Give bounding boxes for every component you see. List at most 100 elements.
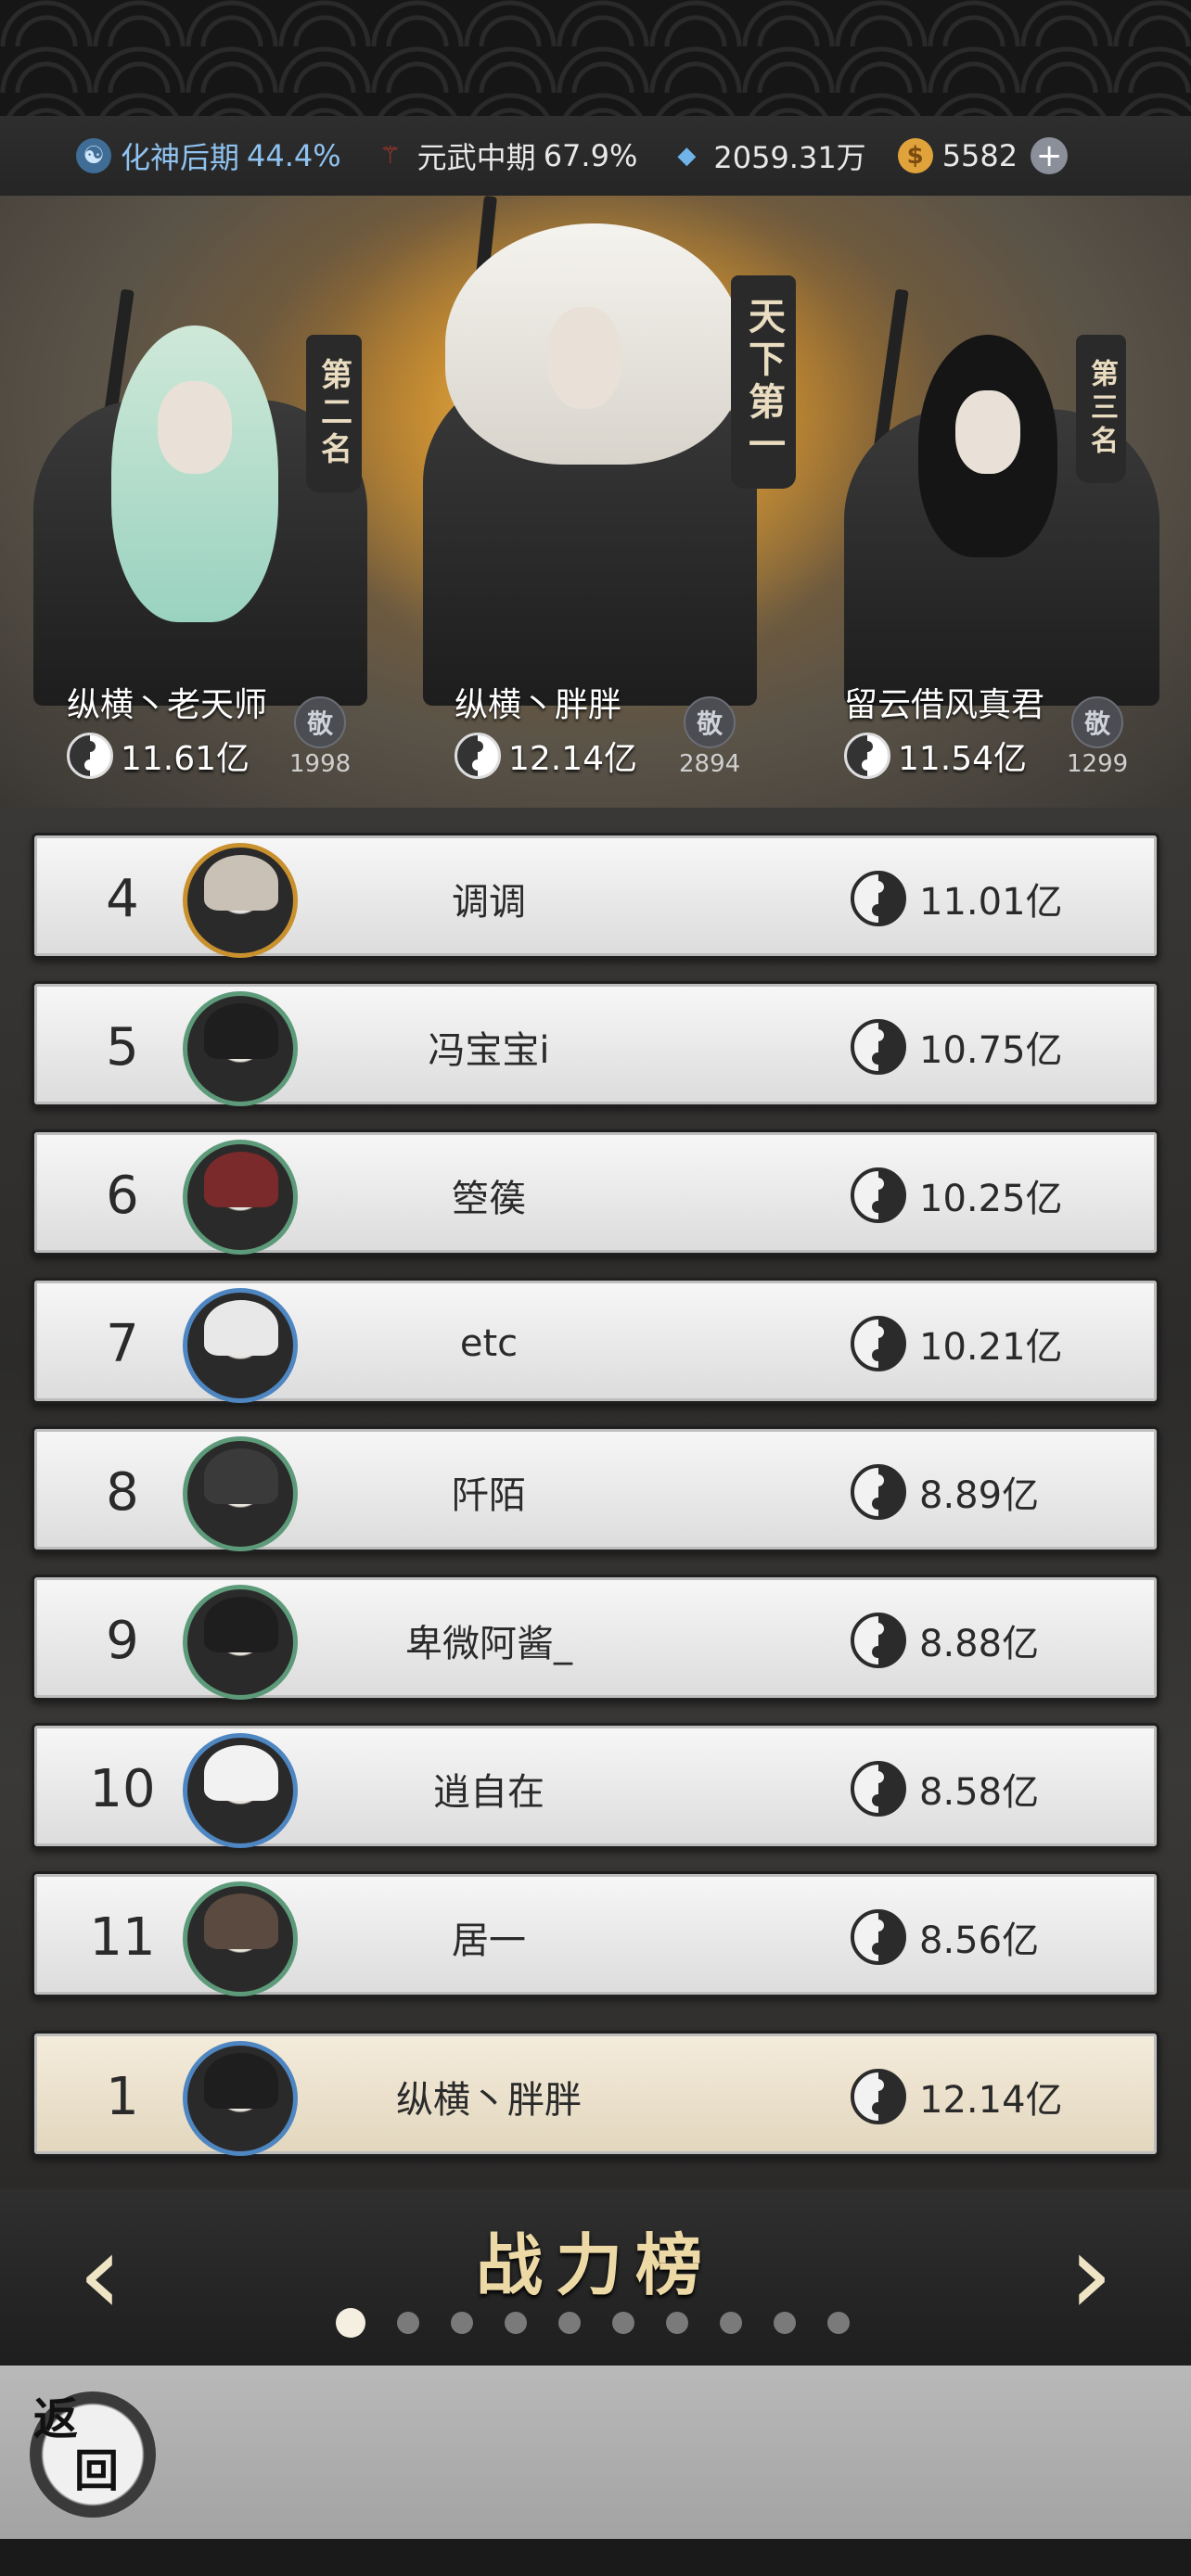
second-place-banner: 第二名 — [306, 335, 362, 492]
ranking-row[interactable]: 6 箜篌 10.25亿 — [32, 1129, 1159, 1256]
ranking-row[interactable]: 7 etc 10.21亿 — [32, 1278, 1159, 1404]
third-place-banner: 第三名 — [1076, 335, 1126, 483]
back-button[interactable]: 返 回 — [30, 2391, 156, 2518]
avatar[interactable] — [183, 1881, 298, 1996]
respect-count: 1998 — [289, 750, 352, 778]
realm2-label: 元武中期 — [416, 140, 536, 175]
page-dot[interactable] — [451, 2312, 473, 2334]
power-text: 8.58亿 — [919, 1771, 1040, 1814]
page-dot[interactable] — [827, 2312, 850, 2334]
third-place-power-value: 11.54亿 — [898, 740, 1028, 778]
realm-progress-2: ⚚ 元武中期 67.9% — [373, 134, 637, 177]
resource-bar: ☯ 化神后期 44.4% ⚚ 元武中期 67.9% ◆ 2059.31万 $ 5… — [0, 116, 1191, 196]
page-dot[interactable] — [720, 2312, 742, 2334]
ranking-row[interactable]: 10 逍自在 8.58亿 — [32, 1723, 1159, 1849]
player-name: 阡陌 — [452, 1474, 526, 1517]
header-pattern — [0, 0, 1191, 116]
top-three-podium: 第二名 天下第一 第三名 纵横丶老天师 11.61亿 敬 1998 纵横丶胖胖 … — [0, 196, 1191, 808]
yin-yang-icon — [851, 871, 906, 926]
trident-icon: ⚚ — [379, 142, 402, 170]
page-dot[interactable] — [774, 2312, 796, 2334]
rank-number: 7 — [106, 1313, 139, 1374]
avatar[interactable] — [183, 843, 298, 958]
third-place-respect-button[interactable]: 敬 1299 — [1067, 696, 1128, 778]
yin-yang-icon — [851, 1464, 906, 1520]
respect-count: 2894 — [679, 750, 741, 778]
crystal-icon: ◆ — [677, 142, 697, 170]
rank-number: 8 — [106, 1461, 139, 1523]
coin-icon: $ — [897, 138, 933, 173]
add-coin-button[interactable]: + — [1031, 137, 1069, 174]
ranking-row[interactable]: 8 阡陌 8.89亿 — [32, 1426, 1159, 1552]
avatar[interactable] — [183, 1288, 298, 1403]
yin-yang-icon: ☯ — [76, 138, 111, 173]
ranking-row[interactable]: 11 居一 8.56亿 — [32, 1871, 1159, 1997]
board-title: 战力榜 — [475, 2225, 715, 2304]
coin-balance: $ 5582 + — [897, 137, 1069, 174]
rank-number: 10 — [89, 1758, 156, 1819]
realm1-pct: 44.4% — [247, 138, 341, 173]
yin-yang-icon — [851, 1613, 906, 1668]
yin-yang-icon — [67, 733, 113, 779]
player-name: 箜篌 — [452, 1178, 526, 1220]
ranking-row[interactable]: 9 卑微阿酱_ 8.88亿 — [32, 1575, 1159, 1701]
page-dot[interactable] — [558, 2312, 581, 2334]
power-text: 10.21亿 — [919, 1326, 1063, 1369]
page-dot[interactable] — [397, 2312, 419, 2334]
avatar[interactable] — [183, 2041, 298, 2156]
crystal-value: 2059.31万 — [713, 140, 866, 175]
prev-board-button[interactable]: ‹ — [54, 2210, 147, 2340]
back-char-2: 回 — [74, 2445, 120, 2497]
page-dot[interactable] — [336, 2308, 365, 2338]
second-place-power: 11.61亿 — [67, 732, 267, 780]
respect-icon: 敬 — [294, 696, 347, 748]
power-value: 10.25亿 — [851, 1132, 1063, 1258]
leaderboard-nav: ‹ 战力榜 › — [0, 2189, 1191, 2366]
power-text: 8.56亿 — [919, 1919, 1040, 1962]
avatar[interactable] — [183, 991, 298, 1106]
player-name: 冯宝宝i — [428, 1029, 550, 1072]
page-dot[interactable] — [666, 2312, 688, 2334]
power-value: 12.14亿 — [851, 2034, 1063, 2160]
player-name: 调调 — [452, 881, 526, 924]
self-ranking-row[interactable]: 1 纵横丶胖胖 12.14亿 — [32, 2031, 1159, 2157]
crystal-balance: ◆ 2059.31万 — [669, 134, 865, 177]
rank-number: 4 — [106, 868, 139, 929]
rank-number: 1 — [106, 2066, 139, 2127]
third-place-power: 11.54亿 — [844, 732, 1044, 780]
avatar[interactable] — [183, 1436, 298, 1551]
second-place-face — [158, 381, 232, 474]
page-indicator — [336, 2308, 881, 2338]
page-dot[interactable] — [505, 2312, 527, 2334]
power-text: 11.01亿 — [919, 881, 1063, 924]
player-name: 卑微阿酱_ — [405, 1623, 572, 1665]
power-text: 8.88亿 — [919, 1623, 1040, 1665]
player-name: 逍自在 — [433, 1771, 544, 1814]
power-text: 8.89亿 — [919, 1474, 1040, 1517]
ranking-row[interactable]: 5 冯宝宝i 10.75亿 — [32, 981, 1159, 1107]
first-place-respect-button[interactable]: 敬 2894 — [679, 696, 740, 778]
player-name: 纵横丶胖胖 — [396, 2079, 582, 2122]
second-place-info: 纵横丶老天师 11.61亿 — [67, 678, 267, 780]
ranking-row[interactable]: 4 调调 11.01亿 — [32, 833, 1159, 959]
power-text: 10.75亿 — [919, 1029, 1063, 1072]
page-dot[interactable] — [612, 2312, 634, 2334]
yin-yang-icon — [851, 1019, 906, 1075]
third-place-face — [955, 390, 1020, 474]
bottom-strip — [0, 2539, 1191, 2576]
rank-number: 5 — [106, 1016, 139, 1078]
first-place-power: 12.14亿 — [455, 732, 637, 780]
avatar[interactable] — [183, 1733, 298, 1848]
player-name: 居一 — [452, 1919, 526, 1962]
power-value: 11.01亿 — [851, 835, 1063, 962]
ranking-list[interactable]: 4 调调 11.01亿 5 冯宝宝i 10.75亿 6 箜篌 10.25亿 7 … — [0, 808, 1191, 2189]
yin-yang-icon — [851, 1761, 906, 1817]
avatar[interactable] — [183, 1585, 298, 1700]
power-value: 8.88亿 — [851, 1577, 1039, 1703]
first-place-name: 纵横丶胖胖 — [455, 686, 622, 724]
avatar[interactable] — [183, 1140, 298, 1255]
player-name: etc — [459, 1322, 519, 1365]
yin-yang-icon — [455, 733, 501, 779]
next-board-button[interactable]: › — [1044, 2210, 1137, 2340]
second-place-respect-button[interactable]: 敬 1998 — [289, 696, 351, 778]
